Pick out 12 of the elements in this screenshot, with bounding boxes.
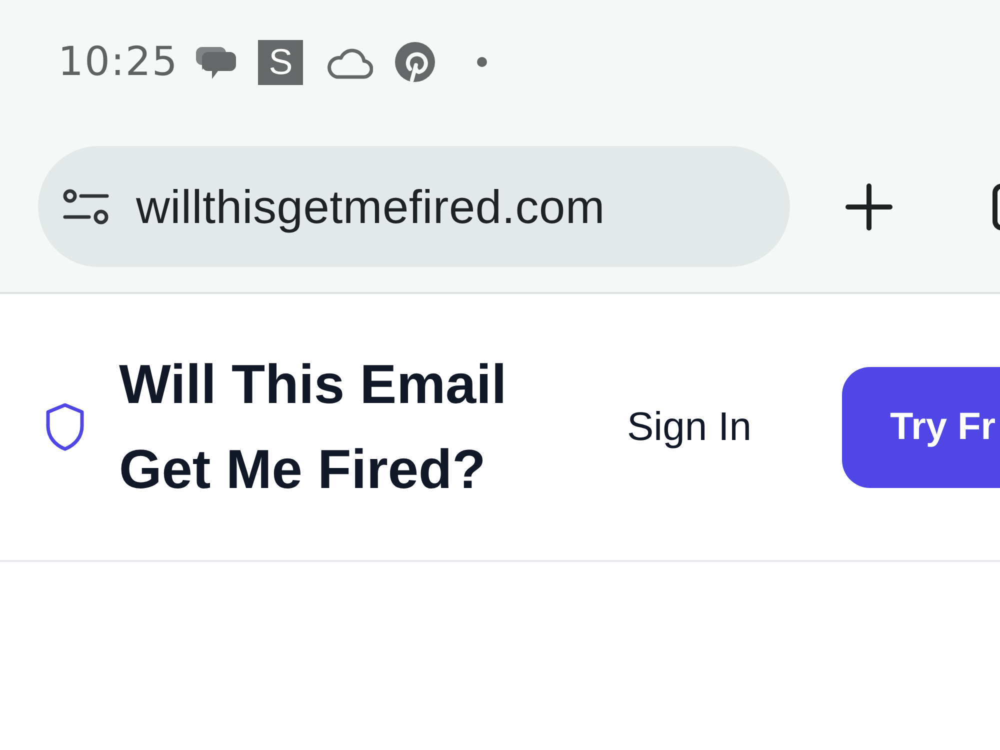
- letter-tile: S: [258, 40, 304, 84]
- plus-icon[interactable]: [845, 182, 893, 230]
- url-text: willthisgetmefired.com: [136, 179, 605, 234]
- chat-bubbles-icon: [196, 44, 236, 80]
- site-title: Will This Email Get Me Fired?: [119, 352, 508, 502]
- status-time: 10:25: [58, 39, 178, 85]
- address-bar[interactable]: willthisgetmefired.com: [38, 146, 790, 267]
- sliders-icon[interactable]: [63, 188, 109, 224]
- circle-logo-icon: [395, 42, 436, 82]
- sign-in-link[interactable]: Sign In: [627, 404, 752, 450]
- dot-icon: [477, 57, 488, 67]
- try-free-button[interactable]: Try Fr: [842, 366, 1000, 488]
